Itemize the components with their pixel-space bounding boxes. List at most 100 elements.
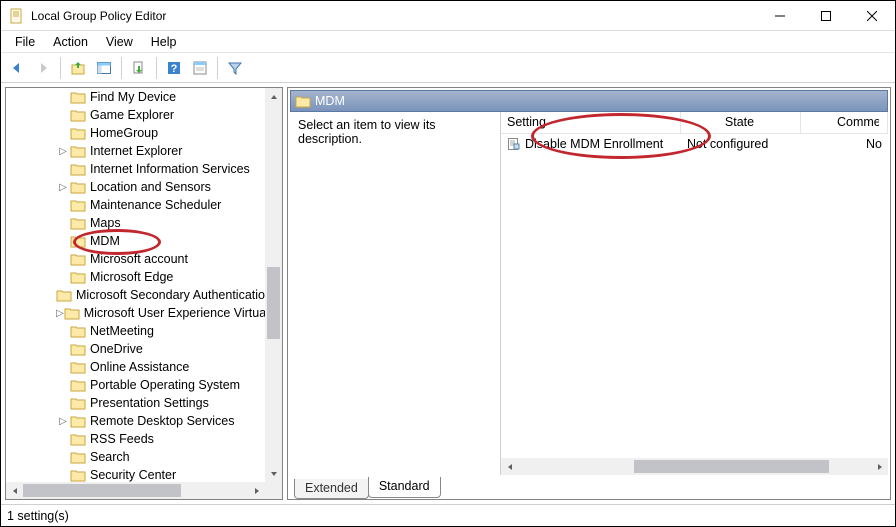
expand-icon[interactable]: ▷: [56, 308, 64, 319]
tree-item[interactable]: ▷ Location and Sensors: [6, 178, 265, 196]
tree-item-label: Maintenance Scheduler: [90, 198, 221, 212]
tree-item-label: OneDrive: [90, 342, 143, 356]
tab-standard[interactable]: Standard: [368, 477, 441, 498]
tree-item[interactable]: Internet Information Services: [6, 160, 265, 178]
folder-icon: [64, 306, 80, 320]
tree-item[interactable]: OneDrive: [6, 340, 265, 358]
tree-item[interactable]: Microsoft Edge: [6, 268, 265, 286]
properties-button[interactable]: [188, 56, 212, 80]
expand-icon[interactable]: ▷: [56, 182, 70, 193]
statusbar: 1 setting(s): [1, 504, 895, 526]
tree-item[interactable]: ▷Remote Desktop Services: [6, 412, 265, 430]
folder-icon: [70, 468, 86, 482]
scroll-up-button[interactable]: [265, 88, 282, 105]
folder-icon: [70, 162, 86, 176]
filter-button[interactable]: [223, 56, 247, 80]
folder-icon: [70, 396, 86, 410]
expand-icon[interactable]: ▷: [56, 146, 70, 157]
tree-item-label: Location and Sensors: [90, 180, 211, 194]
scroll-right-button[interactable]: [871, 458, 888, 475]
tree-item-label: Find My Device: [90, 90, 176, 104]
col-state[interactable]: State: [681, 112, 801, 133]
tab-extended[interactable]: Extended: [294, 479, 369, 499]
forward-button[interactable]: [31, 56, 55, 80]
col-comment[interactable]: Comment: [801, 112, 888, 133]
tree-item-label: Microsoft Secondary Authentication Facto…: [76, 288, 265, 302]
list-header: Setting State Comment: [501, 112, 888, 134]
tree-item[interactable]: Game Explorer: [6, 106, 265, 124]
folder-icon: [70, 414, 86, 428]
tree-item[interactable]: Find My Device: [6, 88, 265, 106]
setting-state: Not configured: [687, 137, 768, 151]
tree-item[interactable]: ▷Internet Explorer: [6, 142, 265, 160]
scroll-down-button[interactable]: [265, 465, 282, 482]
folder-icon: [56, 288, 72, 302]
menubar: File Action View Help: [1, 31, 895, 53]
tree-item[interactable]: Presentation Settings: [6, 394, 265, 412]
tree-item-label: NetMeeting: [90, 324, 154, 338]
tree-item[interactable]: MDM: [6, 232, 265, 250]
folder-icon: [70, 360, 86, 374]
tree-item[interactable]: Search: [6, 448, 265, 466]
scroll-right-button[interactable]: [248, 482, 265, 499]
menu-file[interactable]: File: [7, 33, 43, 51]
setting-name: Disable MDM Enrollment: [525, 137, 663, 151]
tree-item[interactable]: Security Center: [6, 466, 265, 482]
tree-item-label: Internet Information Services: [90, 162, 250, 176]
window-title: Local Group Policy Editor: [31, 9, 166, 23]
tree-item[interactable]: Online Assistance: [6, 358, 265, 376]
maximize-button[interactable]: [803, 1, 849, 30]
tree-item-label: Online Assistance: [90, 360, 189, 374]
tree-item[interactable]: Portable Operating System: [6, 376, 265, 394]
folder-icon: [70, 324, 86, 338]
folder-icon: [70, 252, 86, 266]
tree-item[interactable]: NetMeeting: [6, 322, 265, 340]
list-horizontal-scrollbar[interactable]: [501, 458, 888, 475]
folder-icon: [70, 126, 86, 140]
menu-action[interactable]: Action: [45, 33, 96, 51]
expand-icon[interactable]: ▷: [56, 416, 70, 427]
tree-item-label: Security Center: [90, 468, 176, 482]
tree-item[interactable]: Maintenance Scheduler: [6, 196, 265, 214]
tree-horizontal-scrollbar[interactable]: [6, 482, 265, 499]
tree-item[interactable]: Microsoft account: [6, 250, 265, 268]
main-pane: MDM Select an item to view its descripti…: [287, 87, 891, 500]
scroll-left-button[interactable]: [6, 482, 23, 499]
close-button[interactable]: [849, 1, 895, 30]
tree-item[interactable]: RSS Feeds: [6, 430, 265, 448]
svg-text:?: ?: [171, 63, 178, 75]
col-setting[interactable]: Setting: [501, 112, 681, 133]
content-header-title: MDM: [315, 94, 345, 108]
folder-icon: [70, 342, 86, 356]
show-hide-tree-button[interactable]: [92, 56, 116, 80]
folder-icon: [70, 234, 86, 248]
body: Find My DeviceGame ExplorerHomeGroup▷Int…: [1, 83, 895, 504]
tree-pane: Find My DeviceGame ExplorerHomeGroup▷Int…: [5, 87, 283, 500]
folder-icon: [70, 180, 86, 194]
export-button[interactable]: [127, 56, 151, 80]
list-row[interactable]: Disable MDM Enrollment Not configured No: [501, 134, 888, 154]
tree-item-label: MDM: [90, 234, 120, 248]
app-icon: [9, 8, 25, 24]
tree-item[interactable]: Maps: [6, 214, 265, 232]
toolbar: ?: [1, 53, 895, 83]
tree-list[interactable]: Find My DeviceGame ExplorerHomeGroup▷Int…: [6, 88, 265, 482]
folder-icon: [70, 198, 86, 212]
setting-comment: No: [866, 137, 882, 151]
menu-view[interactable]: View: [98, 33, 141, 51]
tree-vertical-scrollbar[interactable]: [265, 88, 282, 482]
folder-icon: [70, 216, 86, 230]
tree-item[interactable]: HomeGroup: [6, 124, 265, 142]
tree-item[interactable]: ▷Microsoft User Experience Virtualizatio…: [6, 304, 265, 322]
menu-help[interactable]: Help: [143, 33, 185, 51]
scroll-left-button[interactable]: [501, 458, 518, 475]
tree-item-label: RSS Feeds: [90, 432, 154, 446]
up-button[interactable]: [66, 56, 90, 80]
folder-icon: [70, 144, 86, 158]
minimize-button[interactable]: [757, 1, 803, 30]
back-button[interactable]: [5, 56, 29, 80]
tree-item[interactable]: Microsoft Secondary Authentication Facto…: [6, 286, 265, 304]
window-controls: [757, 1, 895, 30]
folder-icon: [70, 270, 86, 284]
help-button[interactable]: ?: [162, 56, 186, 80]
